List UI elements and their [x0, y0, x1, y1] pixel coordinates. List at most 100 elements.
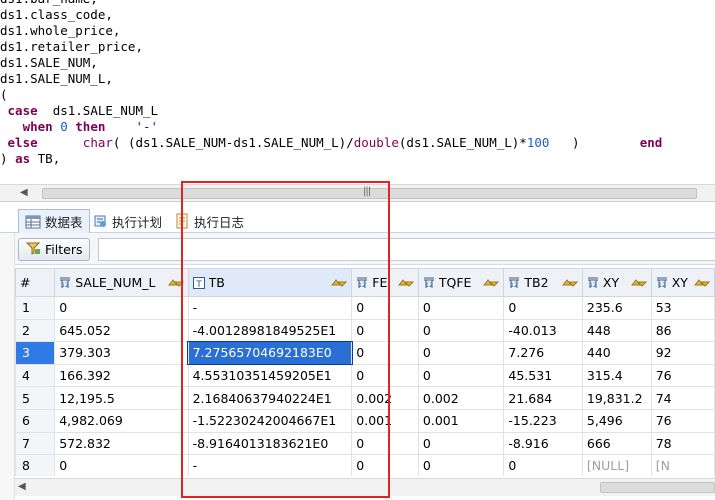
- table-cell[interactable]: -1.52230242004667E1: [187, 408, 353, 433]
- numeric-column-icon: 12: [587, 277, 599, 289]
- sort-filter-icon[interactable]: [560, 276, 579, 290]
- table-cell[interactable]: 448: [581, 318, 652, 343]
- editor-horizontal-scrollbar[interactable]: ◀ |||: [0, 184, 715, 202]
- sort-filter-icon[interactable]: [166, 276, 184, 290]
- table-cell[interactable]: -4.00128981849525E1: [187, 318, 353, 343]
- result-grid[interactable]: #12 SALE_NUM_L T TB 12 FE 12 TQFE 12 TB2 12 XY 12 XY …: [15, 268, 715, 476]
- table-cell[interactable]: -8.916: [503, 431, 583, 456]
- table-cell[interactable]: 45.531: [503, 363, 583, 388]
- table-row[interactable]: 7 572.832 -8.9164013183621E0 0 0 -8.916 666 78: [15, 431, 715, 456]
- table-cell[interactable]: 0: [54, 296, 189, 320]
- table-row[interactable]: 4 166.392 4.55310351459205E1 0 0 45.531 315.4 7…: [15, 363, 715, 388]
- table-cell[interactable]: 0: [351, 296, 419, 320]
- table-cell[interactable]: 0: [54, 454, 189, 476]
- table-cell[interactable]: 5,496: [581, 408, 652, 433]
- column-header-tb2[interactable]: 12 TB2: [503, 268, 583, 297]
- tab-data-table[interactable]: 数据表: [18, 209, 90, 233]
- table-cell[interactable]: 0: [417, 341, 505, 365]
- table-cell[interactable]: -: [187, 296, 353, 320]
- table-cell[interactable]: 0: [351, 454, 419, 476]
- table-cell[interactable]: 78: [650, 431, 715, 456]
- table-cell[interactable]: -15.223: [503, 408, 583, 433]
- sort-filter-icon[interactable]: [481, 276, 500, 290]
- table-cell[interactable]: 0: [351, 431, 419, 456]
- scroll-left-arrow-icon[interactable]: ◀: [20, 187, 28, 198]
- filters-button[interactable]: Filters: [18, 238, 90, 261]
- table-cell[interactable]: 315.4: [581, 363, 652, 388]
- sort-filter-icon[interactable]: [396, 276, 415, 290]
- column-name: TQFE: [438, 275, 472, 290]
- table-cell[interactable]: 2.16840637940224E1: [187, 386, 353, 410]
- table-cell[interactable]: 379.303: [54, 341, 189, 365]
- table-cell[interactable]: [NULL]: [581, 454, 652, 476]
- table-cell[interactable]: 53: [650, 296, 715, 320]
- column-header-sale_num_l[interactable]: 12 SALE_NUM_L: [54, 268, 189, 297]
- table-cell[interactable]: 645.052: [54, 318, 189, 343]
- table-cell[interactable]: 235.6: [581, 296, 652, 320]
- table-cell[interactable]: 0: [417, 318, 505, 343]
- row-number: 5: [15, 386, 56, 410]
- sort-filter-icon[interactable]: [629, 276, 647, 290]
- table-row[interactable]: 6 4,982.069 -1.52230242004667E1 0.001 0.001-…: [15, 408, 715, 433]
- table-cell[interactable]: 0.001: [351, 408, 419, 433]
- column-header-tqfe[interactable]: 12 TQFE: [417, 268, 505, 297]
- svg-text:12: 12: [658, 282, 666, 289]
- table-cell[interactable]: 12,195.5: [54, 386, 189, 410]
- filter-input[interactable]: [98, 238, 715, 261]
- table-cell[interactable]: 0: [351, 318, 419, 343]
- table-cell[interactable]: 76: [650, 408, 715, 433]
- table-cell[interactable]: [N: [650, 454, 715, 476]
- table-cell[interactable]: 0.002: [351, 386, 419, 410]
- scrollbar-thumb[interactable]: [600, 482, 715, 493]
- table-row[interactable]: 1 0-0 0 0 235.6 53: [15, 296, 715, 320]
- table-cell[interactable]: 86: [650, 318, 715, 343]
- scrollbar-thumb[interactable]: |||: [42, 186, 697, 199]
- numeric-column-icon: 12: [59, 277, 71, 289]
- sort-filter-icon[interactable]: [329, 276, 348, 290]
- table-cell[interactable]: 0.002: [417, 386, 505, 410]
- grid-horizontal-scrollbar[interactable]: ◀: [15, 478, 715, 496]
- table-cell[interactable]: 21.684: [503, 386, 583, 410]
- table-cell[interactable]: 0: [417, 363, 505, 388]
- table-cell[interactable]: 0: [417, 454, 505, 476]
- table-cell[interactable]: 0: [417, 296, 505, 320]
- table-cell[interactable]: 572.832: [54, 431, 189, 456]
- table-cell[interactable]: 19,831.2: [581, 386, 652, 410]
- table-row[interactable]: 8 0-0 0 0 [NULL] [N: [15, 454, 715, 476]
- table-cell[interactable]: 0: [351, 363, 419, 388]
- table-cell[interactable]: 0: [417, 431, 505, 456]
- table-cell[interactable]: 7.27565704692183E0: [187, 340, 353, 366]
- table-cell[interactable]: 0.001: [417, 408, 505, 433]
- table-cell[interactable]: 0: [503, 296, 583, 320]
- column-header-fe[interactable]: 12 FE: [351, 268, 419, 297]
- column-header-xy[interactable]: 12 XY: [650, 268, 715, 297]
- table-cell[interactable]: 0: [503, 454, 583, 476]
- tab-execution-plan[interactable]: 执行计划: [86, 209, 168, 233]
- table-cell[interactable]: 166.392: [54, 363, 189, 388]
- sort-filter-icon[interactable]: [692, 276, 711, 290]
- column-header-xy[interactable]: 12 XY: [581, 268, 652, 297]
- table-cell[interactable]: 76: [650, 363, 715, 388]
- table-cell[interactable]: 92: [650, 341, 715, 365]
- table-cell[interactable]: -8.9164013183621E0: [187, 431, 353, 456]
- sql-editor[interactable]: ds1.bar_name,ds1.class_code,ds1.whole_pr…: [0, 0, 715, 184]
- table-row[interactable]: 2 645.052 -4.00128981849525E1 0 0 -40.013 448 8…: [15, 318, 715, 343]
- table-cell[interactable]: -: [187, 454, 353, 476]
- sql-code[interactable]: ds1.bar_name,ds1.class_code,ds1.whole_pr…: [0, 0, 715, 167]
- column-header-tb[interactable]: T TB: [187, 268, 353, 297]
- table-row[interactable]: 5 12,195.5 2.16840637940224E1 0.002 0.002 21.…: [15, 386, 715, 410]
- table-cell[interactable]: -40.013: [503, 318, 583, 343]
- table-cell[interactable]: 0: [351, 341, 419, 365]
- table-row[interactable]: 3 379.303 7.27565704692183E0 0 0 7.276 440 92: [15, 340, 715, 366]
- filter-icon: [25, 240, 41, 259]
- table-cell[interactable]: 440: [581, 341, 652, 365]
- scroll-left-arrow-icon[interactable]: ◀: [18, 481, 26, 492]
- table-cell[interactable]: 4.55310351459205E1: [187, 363, 353, 388]
- table-cell[interactable]: 74: [650, 386, 715, 410]
- table-cell[interactable]: 7.276: [503, 341, 583, 365]
- code-token: 0: [60, 119, 68, 134]
- table-cell[interactable]: 4,982.069: [54, 408, 189, 433]
- table-cell[interactable]: 666: [581, 431, 652, 456]
- tab-execution-log[interactable]: 执行日志: [168, 209, 250, 233]
